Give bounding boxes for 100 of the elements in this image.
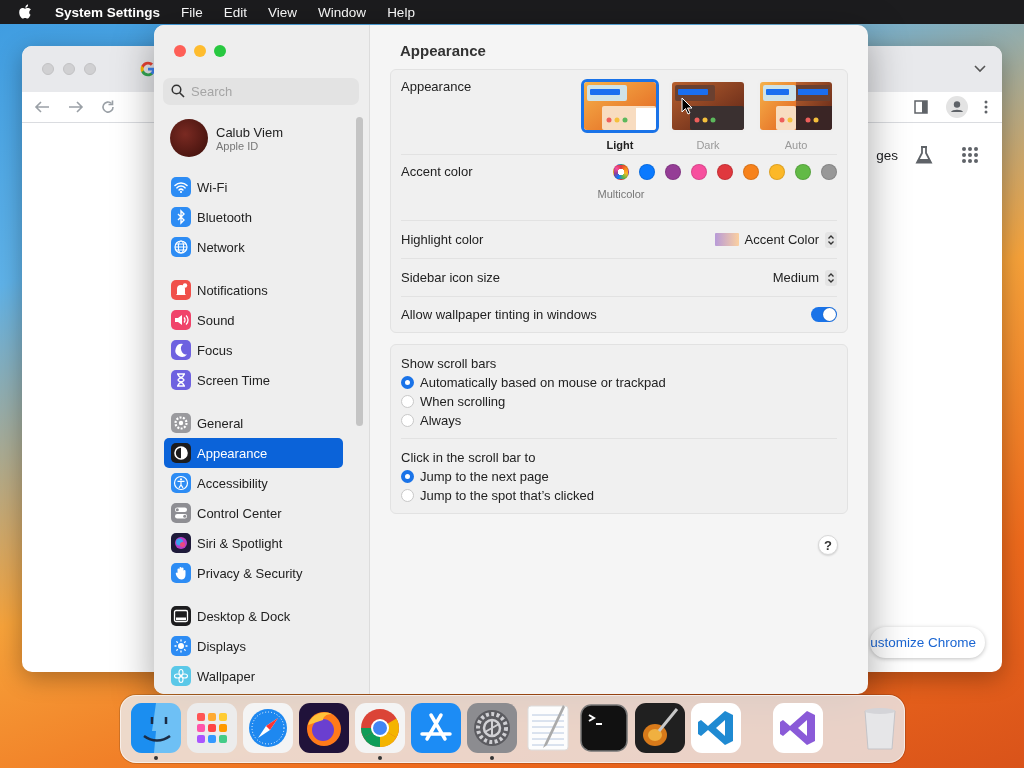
sidebar-item[interactable]: Wallpaper [164,661,343,691]
setting-label: Click in the scroll bar to [401,449,537,467]
appearance-thumbnail[interactable] [757,79,835,133]
menu-item[interactable]: File [181,4,203,20]
orb-icon [171,533,191,553]
toggles-icon [171,503,191,523]
icon-size-popup[interactable]: Medium [772,269,837,286]
sidebar-item[interactable]: Focus [164,335,343,365]
more-menu-icon[interactable] [984,100,988,114]
radio-label[interactable]: When scrolling [420,394,506,409]
accent-color-swatch[interactable] [691,164,707,180]
images-link[interactable]: ges [876,147,898,163]
ribbon-logo-icon[interactable] [773,703,823,753]
ribbon-logo-icon[interactable] [691,703,741,753]
sidebar-item[interactable]: Displays [164,631,343,661]
radio-button[interactable] [401,489,414,502]
radio-button[interactable] [401,395,414,408]
setting-label: Sidebar icon size [401,270,500,285]
setting-label: Accent color [401,164,473,179]
close-button[interactable] [174,45,186,57]
radio-button[interactable] [401,470,414,483]
sidebar-item[interactable]: Sound [164,305,343,335]
highlight-color-popup[interactable]: Accent Color [714,231,837,248]
avatar [170,119,208,157]
accent-color-swatch[interactable] [613,164,629,180]
compass-icon[interactable] [243,703,293,753]
radio-button[interactable] [401,376,414,389]
sidebar-item[interactable]: Siri & Spotlight [164,528,343,558]
accent-color-swatch[interactable] [821,164,837,180]
sidebar-item[interactable]: Accessibility [164,468,343,498]
sidebar-item[interactable]: Screen Time [164,365,343,395]
radio-button[interactable] [401,414,414,427]
toggle-switch[interactable] [811,307,837,322]
accent-color-swatch[interactable] [795,164,811,180]
search-icon [171,84,185,98]
sidebar-item[interactable]: Network [164,232,343,262]
setting-label: Appearance [401,79,472,94]
back-arrow-icon[interactable] [34,99,50,115]
flame-globe-icon[interactable] [299,703,349,753]
menu-item[interactable]: Window [318,4,367,20]
scrollbar-thumb[interactable] [356,117,363,426]
accessibility-person-icon [171,473,191,493]
accent-color-swatch[interactable] [717,164,733,180]
hourglass-icon [171,370,191,390]
radio-label[interactable]: Jump to the next page [420,469,549,484]
radio-label[interactable]: Automatically based on mouse or trackpad [420,375,666,390]
speaker-icon [171,310,191,330]
help-button[interactable]: ? [818,535,838,555]
moon-icon [171,340,191,360]
app-grid-icon[interactable] [187,703,237,753]
profile-icon[interactable] [946,96,968,118]
appearance-option-label: Auto [784,139,808,151]
flower-icon [171,666,191,686]
radio-label[interactable]: Always [420,413,462,428]
appearance-thumbnail[interactable] [581,79,659,133]
menu-item[interactable]: View [268,4,298,20]
sidebar-item[interactable]: General [164,408,343,438]
search-field[interactable]: Search [163,78,359,105]
reload-icon[interactable] [100,99,116,115]
contrast-icon [171,443,191,463]
appearance-thumbnail[interactable] [669,79,747,133]
apps-grid-icon[interactable] [962,147,978,163]
up-down-chevron-icon [825,269,837,286]
menu-item[interactable]: Edit [223,4,248,20]
globe-icon [171,237,191,257]
side-panel-icon[interactable] [914,100,928,114]
gear-icon [171,413,191,433]
accent-color-swatch[interactable] [639,164,655,180]
ring-logo-icon[interactable] [355,703,405,753]
terminal-icon[interactable] [579,703,629,753]
accent-color-swatch[interactable] [769,164,785,180]
radio-label[interactable]: Jump to the spot that’s clicked [420,488,594,503]
sidebar-item[interactable]: Wi-Fi [164,172,343,202]
mouse-pointer-icon [681,97,693,115]
sidebar-item[interactable]: Appearance [164,438,343,468]
customize-chrome-button[interactable]: ustomize Chrome [870,627,985,658]
sidebar-item[interactable]: Notifications [164,275,343,305]
accent-color-swatch[interactable] [743,164,759,180]
flask-icon[interactable] [914,145,934,165]
sidebar-item[interactable]: Control Center [164,498,343,528]
zoom-button[interactable] [214,45,226,57]
menu-item[interactable]: Help [387,4,415,20]
gear-icon[interactable] [467,703,517,753]
account-row[interactable]: Calub Viem Apple ID [164,117,356,159]
crossed-strokes-icon[interactable] [411,703,461,753]
sidebar-item[interactable]: Desktop & Dock [164,601,343,631]
up-down-chevron-icon [825,231,837,248]
color-swatch-icon [714,233,739,246]
forward-arrow-icon[interactable] [68,99,84,115]
guitar-icon[interactable] [635,703,685,753]
accent-color-caption: Multicolor [597,188,645,200]
bluetooth-icon [171,207,191,227]
appearance-option-label: Dark [696,139,720,151]
sidebar-item[interactable]: Privacy & Security [164,558,343,588]
accent-color-swatch[interactable] [665,164,681,180]
split-face-icon[interactable] [131,703,181,753]
account-name: Calub Viem [216,124,283,140]
menu-app-name[interactable]: System Settings [55,4,161,20]
sidebar-item[interactable]: Bluetooth [164,202,343,232]
chevron-down-icon[interactable] [974,65,986,73]
